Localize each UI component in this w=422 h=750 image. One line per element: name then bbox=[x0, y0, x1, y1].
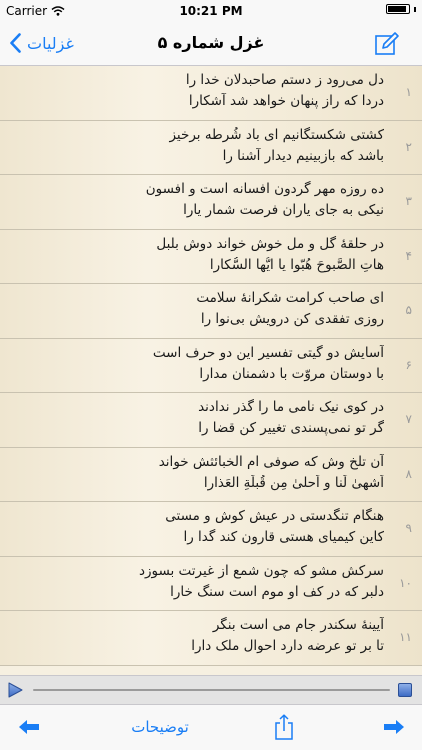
verse-number: ۶ bbox=[405, 357, 412, 372]
verse-line-2: باشد که بازبینیم دیدار آشنا را bbox=[222, 147, 384, 164]
status-bar: Carrier 10:21 PM bbox=[0, 0, 422, 22]
page-title: غزل شماره ۵ bbox=[157, 33, 265, 52]
verse-line-1: در حلقهٔ گل و مل خوش خواند دوش بلبل bbox=[156, 235, 384, 252]
verse-line-1: هنگام تنگدستی در عیش کوش و مستی bbox=[165, 508, 384, 524]
arrow-left-icon[interactable] bbox=[18, 719, 40, 735]
stop-icon[interactable] bbox=[398, 683, 412, 697]
screen: Carrier 10:21 PM غزلیات غزل شماره ۵ ۱ دل… bbox=[0, 0, 422, 750]
verse-line-1: آیینهٔ سکندر جام می است بنگر bbox=[212, 617, 384, 633]
verse-row[interactable]: ۷ در کوی نیک نامی ما را گذر ندادند گر تو… bbox=[0, 393, 422, 448]
verse-line-1: ده روزه مهر گردون افسانه است و افسون bbox=[145, 181, 384, 197]
arrow-right-icon[interactable] bbox=[383, 719, 405, 735]
verse-line-2: هاتِ الصَّبوحَ هُبّوا یا ایُّها السُّکار… bbox=[209, 256, 384, 273]
verse-row[interactable]: ۱۱ آیینهٔ سکندر جام می است بنگر تا بر تو… bbox=[0, 611, 422, 666]
navigation-bar: غزلیات غزل شماره ۵ bbox=[0, 22, 422, 66]
verse-number: ۷ bbox=[405, 412, 412, 426]
verse-line-1: ای صاحب کرامت شکرانهٔ سلامت bbox=[196, 290, 384, 306]
verse-line-2: با دوستان مروّت با دشمنان مدارا bbox=[199, 365, 384, 382]
verse-line-1: سرکش مشو که چون شمع از غیرتت بسوزد bbox=[138, 562, 384, 579]
verse-row[interactable]: ۵ ای صاحب کرامت شکرانهٔ سلامت روزی تفقدی… bbox=[0, 284, 422, 339]
battery-tip bbox=[414, 6, 416, 12]
play-icon[interactable] bbox=[7, 682, 23, 698]
verse-line-1: در کوی نیک نامی ما را گذر ندادند bbox=[198, 399, 384, 415]
verse-number: ۲ bbox=[405, 139, 412, 154]
verse-line-2: گر تو نمی‌پسندی تغییر کن قضا را bbox=[198, 420, 384, 436]
verse-number: ۵ bbox=[405, 303, 412, 317]
status-time: 10:21 PM bbox=[179, 4, 243, 18]
verse-row[interactable]: ۴ در حلقهٔ گل و مل خوش خواند دوش بلبل ها… bbox=[0, 229, 422, 284]
compose-icon[interactable] bbox=[374, 31, 400, 57]
verse-row[interactable]: ۸ آن تلخ وش که صوفی ام الخبائثش خواند اَ… bbox=[0, 447, 422, 502]
verse-row[interactable]: ۹ هنگام تنگدستی در عیش کوش و مستی کاین ک… bbox=[0, 502, 422, 557]
verse-line-1: آسایش دو گیتی تفسیر این دو حرف است bbox=[152, 344, 384, 361]
verse-number: ۸ bbox=[405, 466, 412, 481]
verse-row[interactable]: ۱ دل می‌رود ز دستم صاحبدلان خدا را دردا … bbox=[0, 66, 422, 121]
verse-line-1: کشتی شکستگانیم ای باد شُرطه برخیز bbox=[169, 126, 384, 143]
verse-row[interactable]: ۱۰ سرکش مشو که چون شمع از غیرتت بسوزد دل… bbox=[0, 556, 422, 611]
verse-line-2: کاین کیمیای هستی قارون کند گدا را bbox=[183, 529, 384, 545]
verse-line-2: دردا که راز پنهان خواهد شد آشکارا bbox=[188, 93, 384, 109]
notes-button[interactable]: توضیحات bbox=[120, 718, 200, 736]
verse-line-2: دلبر که در کف او موم است سنگ خارا bbox=[170, 583, 384, 600]
verse-line-1: آن تلخ وش که صوفی ام الخبائثش خواند bbox=[158, 453, 384, 470]
bottom-toolbar: توضیحات bbox=[0, 704, 422, 750]
verse-line-2: روزی تفقدی کن درویش بی‌نوا را bbox=[200, 311, 384, 327]
share-icon[interactable] bbox=[274, 714, 294, 740]
verse-number: ۳ bbox=[405, 194, 412, 208]
verse-row[interactable]: ۶ آسایش دو گیتی تفسیر این دو حرف است با … bbox=[0, 338, 422, 393]
verse-row[interactable]: ۳ ده روزه مهر گردون افسانه است و افسون ن… bbox=[0, 175, 422, 230]
verse-number: ۴ bbox=[405, 248, 412, 263]
verse-number: ۱۱ bbox=[399, 630, 412, 644]
audio-player bbox=[0, 675, 422, 704]
verse-line-2: اَشهیٰ لَنا و اَحلیٰ مِن قُبلَةِ العَذار… bbox=[203, 474, 384, 491]
battery-icon bbox=[386, 4, 410, 14]
verse-line-2: تا بر تو عرضه دارد احوال ملک دارا bbox=[191, 638, 384, 654]
verse-row[interactable]: ۲ کشتی شکستگانیم ای باد شُرطه برخیز باشد… bbox=[0, 120, 422, 175]
audio-progress-slider[interactable] bbox=[33, 689, 390, 691]
verse-list[interactable]: ۱ دل می‌رود ز دستم صاحبدلان خدا را دردا … bbox=[0, 66, 422, 675]
status-right bbox=[386, 4, 416, 14]
verse-line-1: دل می‌رود ز دستم صاحبدلان خدا را bbox=[185, 72, 384, 88]
verse-line-2: نیکی به جای یاران فرصت شمار یارا bbox=[183, 202, 384, 218]
verse-number: ۱۰ bbox=[399, 575, 412, 590]
verse-number: ۹ bbox=[405, 521, 412, 535]
verse-number: ۱ bbox=[405, 85, 412, 99]
